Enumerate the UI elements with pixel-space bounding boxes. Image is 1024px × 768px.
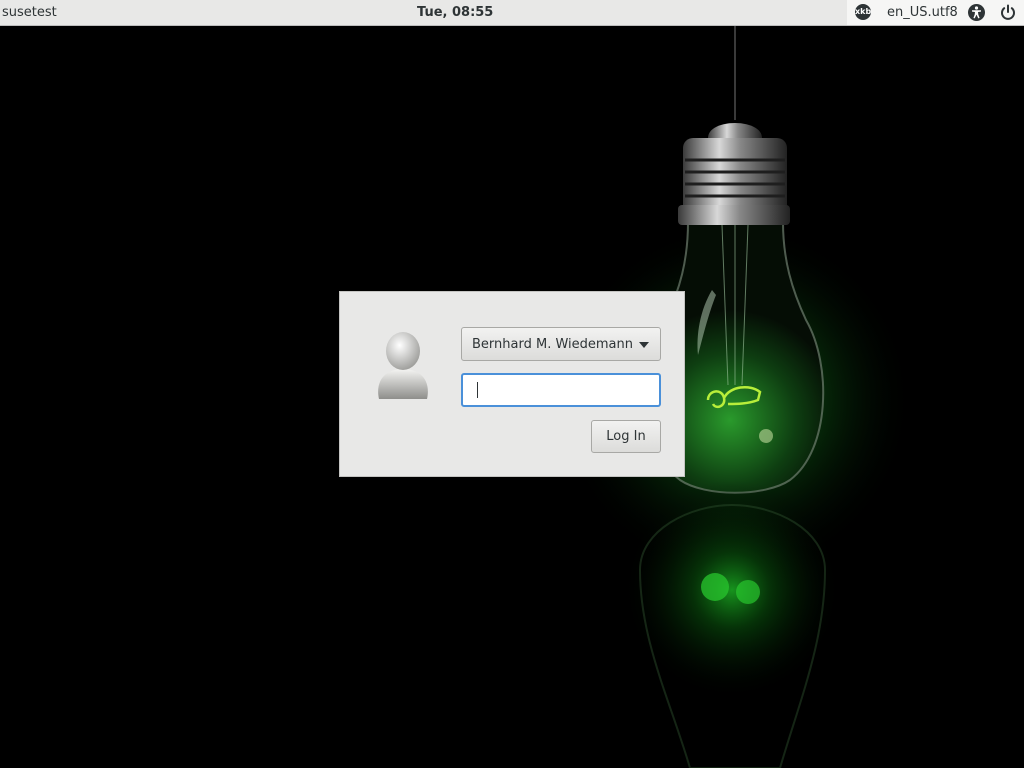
power-icon[interactable] bbox=[1000, 4, 1016, 21]
top-panel: susetest Tue, 08:55 xkb en_US.utf8 bbox=[0, 0, 1024, 26]
hostname-label: susetest bbox=[2, 5, 57, 20]
password-field[interactable] bbox=[461, 373, 661, 407]
chevron-down-icon bbox=[639, 342, 649, 348]
selected-user-label: Bernhard M. Wiedemann bbox=[472, 337, 633, 352]
language-selector[interactable]: en_US.utf8 bbox=[887, 5, 958, 20]
login-dialog: Bernhard M. Wiedemann Log In bbox=[339, 291, 685, 477]
keyboard-layout-icon[interactable]: xkb bbox=[855, 4, 871, 20]
clock-button[interactable]: Tue, 08:55 bbox=[417, 5, 493, 20]
user-avatar-icon bbox=[378, 332, 428, 399]
login-button[interactable]: Log In bbox=[591, 420, 661, 453]
text-cursor bbox=[477, 382, 478, 398]
accessibility-icon[interactable] bbox=[968, 4, 985, 21]
indicator-area: xkb en_US.utf8 bbox=[847, 0, 1024, 25]
login-screen: susetest Tue, 08:55 xkb en_US.utf8 Bernh… bbox=[0, 0, 1024, 768]
user-select-dropdown[interactable]: Bernhard M. Wiedemann bbox=[461, 327, 661, 361]
